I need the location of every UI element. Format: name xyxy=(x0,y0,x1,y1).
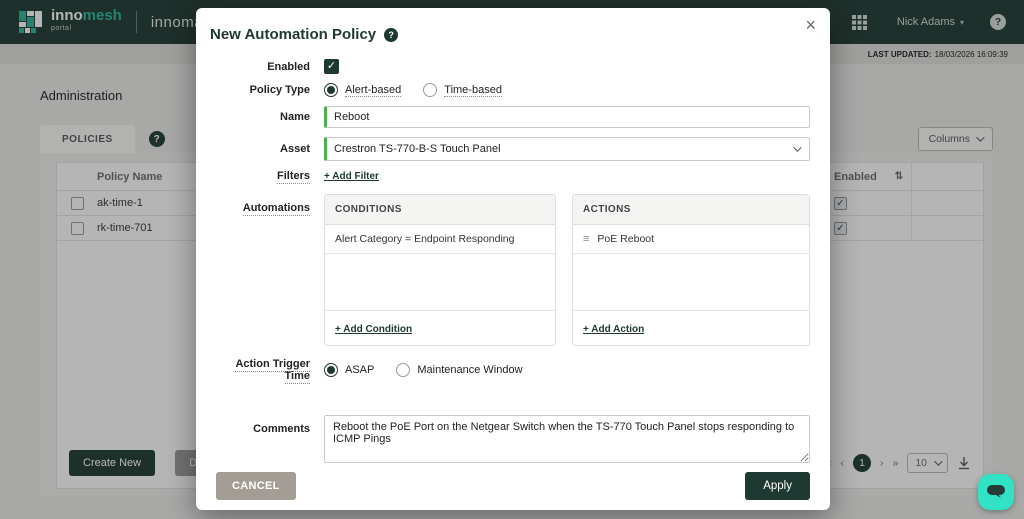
actions-panel: ACTIONS ≡ PoE Reboot + Add Action xyxy=(572,194,810,346)
modal-help-icon[interactable]: ? xyxy=(384,28,398,42)
time-based-label[interactable]: Time-based xyxy=(444,84,502,97)
asset-select[interactable]: Crestron TS-770-B-S Touch Panel xyxy=(324,137,810,161)
name-row: Name xyxy=(210,106,810,128)
apply-button[interactable]: Apply xyxy=(745,472,810,500)
trigger-time-row: Action Trigger Time ASAP Maintenance Win… xyxy=(210,358,810,382)
actions-header: ACTIONS xyxy=(573,195,809,225)
automations-label: Automations xyxy=(210,202,310,214)
actions-empty-area xyxy=(573,254,809,310)
conditions-empty-area xyxy=(325,254,555,310)
comments-row: Comments Reboot the PoE Port on the Netg… xyxy=(210,415,810,463)
conditions-header: CONDITIONS xyxy=(325,195,555,225)
drag-handle-icon[interactable]: ≡ xyxy=(583,233,589,245)
asap-label[interactable]: ASAP xyxy=(345,364,374,376)
action-item[interactable]: ≡ PoE Reboot xyxy=(573,225,809,254)
chat-bubble-icon xyxy=(986,483,1006,501)
time-based-radio[interactable] xyxy=(423,83,437,97)
chevron-down-icon xyxy=(793,143,801,151)
alert-based-label[interactable]: Alert-based xyxy=(345,84,401,97)
name-input[interactable] xyxy=(324,106,810,128)
action-trigger-time-label: Action Trigger Time xyxy=(210,358,310,382)
automations-row: Automations CONDITIONS Alert Category = … xyxy=(210,194,810,346)
conditions-panel: CONDITIONS Alert Category = Endpoint Res… xyxy=(324,194,556,346)
screen: innomesh portal innoma ers ▾ Nick Adams … xyxy=(0,0,1024,519)
close-icon[interactable]: × xyxy=(805,16,816,34)
asap-radio[interactable] xyxy=(324,363,338,377)
maintenance-window-radio[interactable] xyxy=(396,363,410,377)
asset-select-value: Crestron TS-770-B-S Touch Panel xyxy=(334,143,501,155)
asset-label: Asset xyxy=(210,143,310,155)
filters-label: Filters xyxy=(210,170,310,182)
comments-textarea[interactable]: Reboot the PoE Port on the Netgear Switc… xyxy=(324,415,810,463)
new-automation-policy-modal: × New Automation Policy ? Enabled ✓ Poli… xyxy=(196,8,830,510)
enabled-label: Enabled xyxy=(210,61,310,73)
asset-row: Asset Crestron TS-770-B-S Touch Panel xyxy=(210,137,810,161)
add-action-link[interactable]: + Add Action xyxy=(583,324,644,335)
chat-widget-button[interactable] xyxy=(978,474,1014,510)
add-condition-link[interactable]: + Add Condition xyxy=(335,324,412,335)
cancel-button[interactable]: CANCEL xyxy=(216,472,296,500)
enabled-checkbox[interactable]: ✓ xyxy=(324,59,339,74)
action-text: PoE Reboot xyxy=(597,233,654,245)
condition-item[interactable]: Alert Category = Endpoint Responding xyxy=(325,225,555,254)
condition-text: Alert Category = Endpoint Responding xyxy=(335,233,515,245)
enabled-row: Enabled ✓ xyxy=(210,59,810,74)
modal-footer: CANCEL Apply xyxy=(210,472,810,500)
comments-label: Comments xyxy=(210,423,310,435)
policy-type-label: Policy Type xyxy=(210,84,310,96)
modal-title: New Automation Policy xyxy=(210,26,376,43)
add-filter-link[interactable]: + Add Filter xyxy=(324,171,379,182)
modal-header: New Automation Policy ? xyxy=(210,26,810,43)
name-label: Name xyxy=(210,111,310,123)
alert-based-radio[interactable] xyxy=(324,83,338,97)
maintenance-window-label[interactable]: Maintenance Window xyxy=(417,364,522,376)
filters-row: Filters + Add Filter xyxy=(210,170,810,182)
policy-type-row: Policy Type Alert-based Time-based xyxy=(210,83,810,97)
